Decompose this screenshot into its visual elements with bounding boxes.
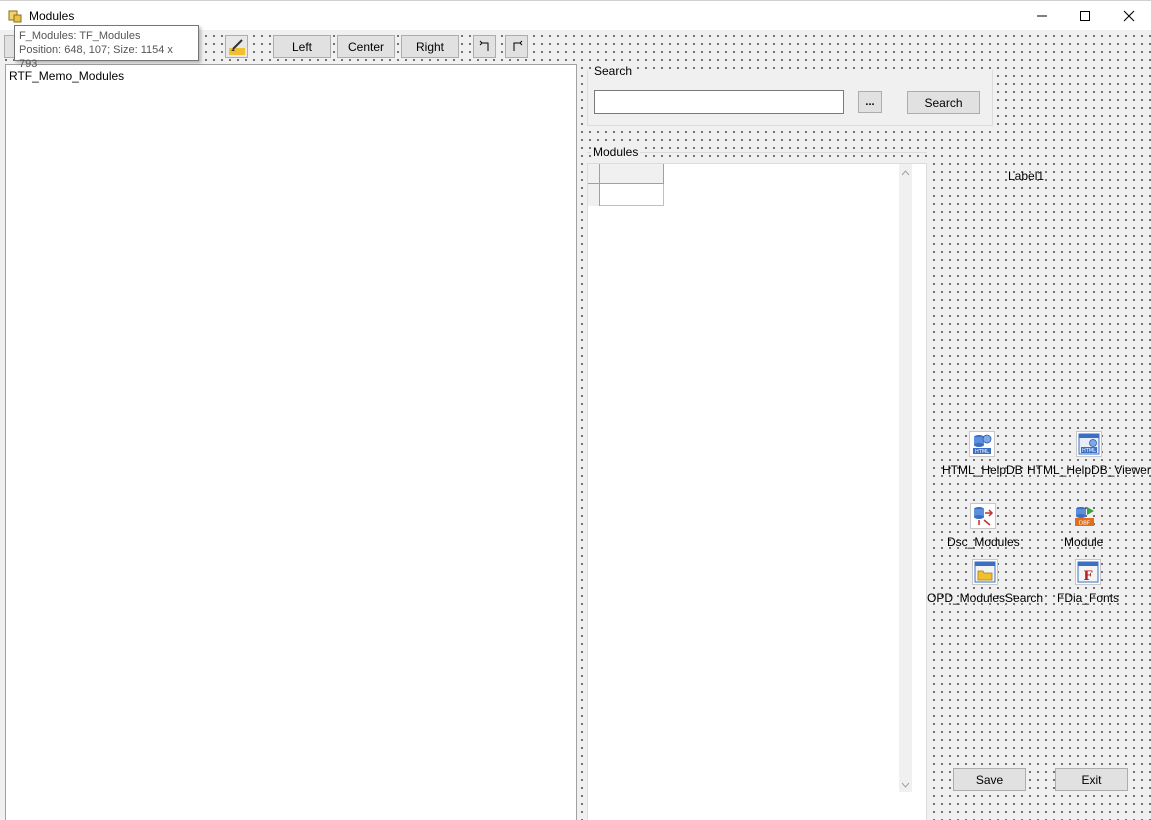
- highlight-button[interactable]: [225, 35, 248, 58]
- grid-cell[interactable]: [600, 184, 664, 206]
- undo-icon: [479, 40, 488, 51]
- modules-grid[interactable]: [587, 163, 927, 820]
- font-dialog-icon: F: [1075, 559, 1102, 585]
- open-dialog-icon: [972, 559, 999, 585]
- component-opd-modules-search[interactable]: OPD_ModulesSearch: [927, 559, 1043, 605]
- grid-header-cell[interactable]: [600, 164, 664, 184]
- browse-button[interactable]: ...: [858, 91, 882, 113]
- svg-text:DBF: DBF: [1079, 521, 1090, 527]
- html-viewer-icon: HTML: [1075, 431, 1102, 457]
- align-right-button[interactable]: Right: [401, 35, 459, 58]
- scroll-down-icon[interactable]: [901, 780, 910, 790]
- component-html-helpdb[interactable]: HTML HTML_HelpDB: [942, 431, 1023, 477]
- window-title: Modules: [29, 9, 75, 23]
- component-label: Module: [1064, 535, 1104, 549]
- component-label: FDia_Fonts: [1057, 591, 1120, 605]
- search-group-title: Search: [594, 64, 633, 78]
- rtf-memo-modules[interactable]: RTF_Memo_Modules: [5, 64, 577, 820]
- component-fdia-fonts[interactable]: F FDia_Fonts: [1057, 559, 1119, 605]
- align-left-button[interactable]: Left: [273, 35, 331, 58]
- svg-text:F: F: [1083, 569, 1093, 583]
- hint-line-2: Position: 648, 107; Size: 1154 x 793: [19, 44, 173, 70]
- component-module[interactable]: DBF Module: [1064, 503, 1103, 549]
- component-label: Dsc_Modules: [947, 535, 1020, 549]
- component-html-helpdb-viewer[interactable]: HTML HTML_HelpDB_Viewer: [1027, 431, 1151, 477]
- exit-button[interactable]: Exit: [1055, 768, 1128, 791]
- hint-line-1: F_Modules: TF_Modules: [19, 30, 141, 42]
- scroll-up-icon[interactable]: [901, 168, 910, 178]
- search-input[interactable]: [594, 90, 844, 114]
- memo-component-name: RTF_Memo_Modules: [9, 69, 125, 83]
- designer-hint-tooltip: F_Modules: TF_Modules Position: 648, 107…: [14, 25, 199, 70]
- form-client-area: Left Center Right RTF_Memo_Modules Searc…: [0, 30, 1151, 820]
- redo-button[interactable]: [505, 35, 528, 58]
- svg-text:HTML: HTML: [1082, 448, 1096, 454]
- modules-group-title: Modules: [591, 145, 641, 159]
- label1: Label1: [1008, 169, 1045, 183]
- minimize-button[interactable]: [1019, 1, 1065, 31]
- redo-icon: [513, 40, 522, 51]
- grid-corner-cell: [588, 164, 600, 184]
- highlight-icon: [228, 38, 245, 55]
- datasource-icon: [970, 503, 997, 529]
- undo-button[interactable]: [473, 35, 496, 58]
- search-button[interactable]: Search: [907, 91, 980, 114]
- close-button[interactable]: [1106, 1, 1151, 31]
- component-label: OPD_ModulesSearch: [927, 591, 1044, 605]
- app-icon: [8, 9, 22, 23]
- minimize-icon: [1037, 15, 1047, 17]
- maximize-button[interactable]: [1062, 1, 1108, 31]
- component-dsc-modules[interactable]: Dsc_Modules: [947, 503, 1020, 549]
- component-label: HTML_HelpDB_Viewer: [1027, 463, 1151, 477]
- maximize-icon: [1080, 11, 1090, 21]
- dbf-table-icon: DBF: [1071, 503, 1097, 529]
- html-helpdb-icon: HTML: [969, 431, 996, 457]
- svg-text:HTML: HTML: [975, 449, 989, 455]
- component-label: HTML_HelpDB: [942, 463, 1023, 477]
- save-button[interactable]: Save: [953, 768, 1026, 791]
- align-center-button[interactable]: Center: [337, 35, 395, 58]
- close-icon: [1123, 10, 1135, 22]
- vertical-scrollbar[interactable]: [899, 164, 912, 792]
